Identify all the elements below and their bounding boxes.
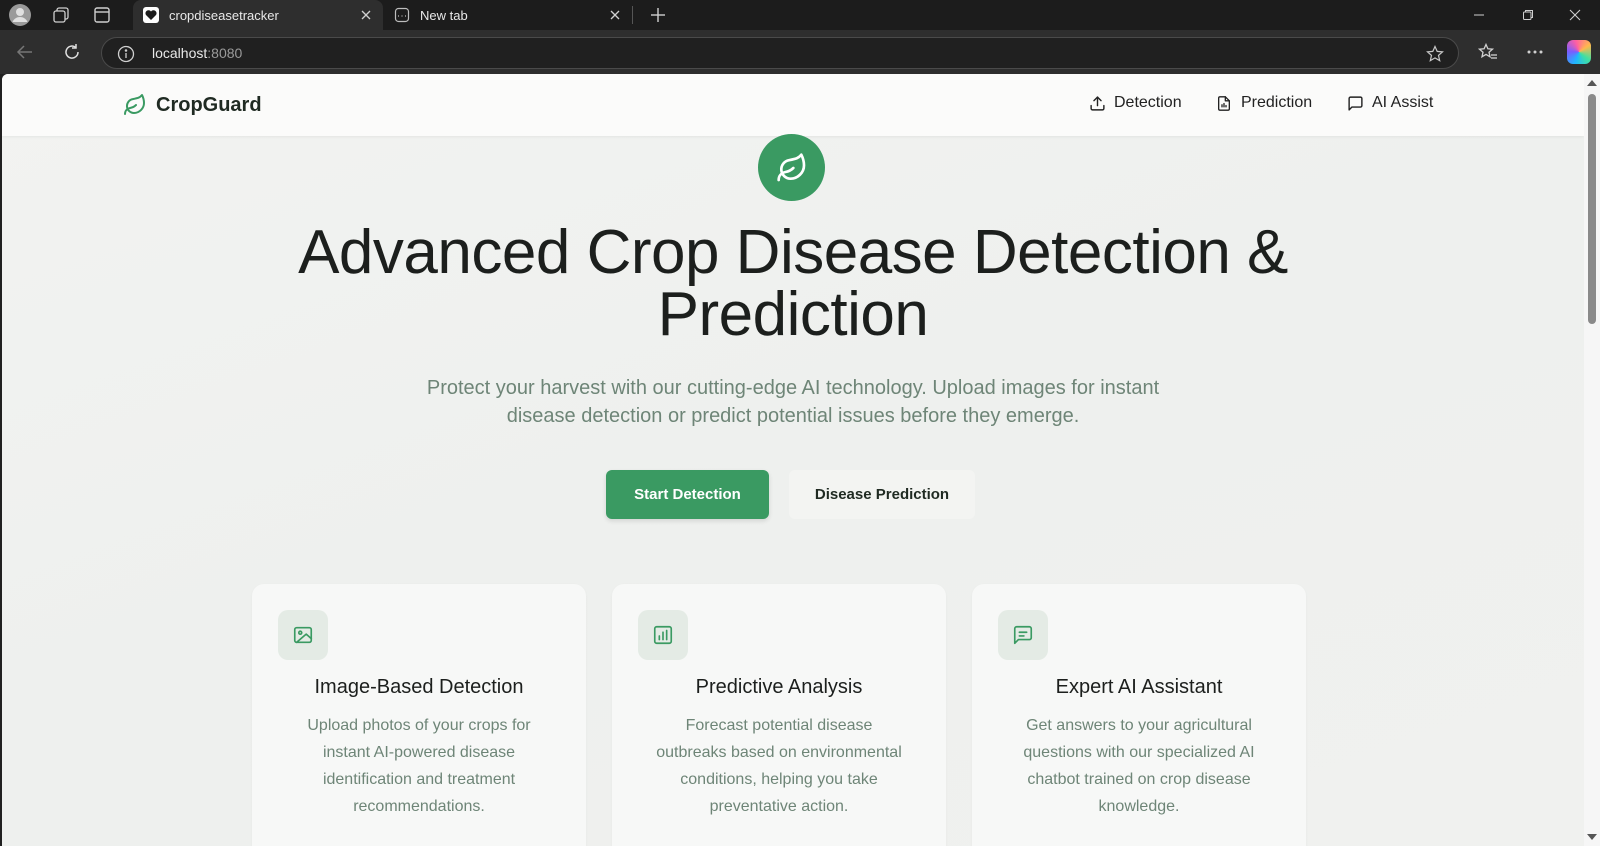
feature-description: Get answers to your agricultural questio… bbox=[1023, 717, 1255, 815]
scroll-up-icon[interactable] bbox=[1587, 80, 1597, 86]
upload-icon bbox=[1088, 94, 1106, 112]
tab-separator bbox=[632, 6, 633, 24]
disease-prediction-button[interactable]: Disease Prediction bbox=[789, 470, 975, 519]
document-chart-icon bbox=[1215, 94, 1233, 112]
bar-chart-icon bbox=[638, 610, 688, 660]
profile-icon[interactable] bbox=[7, 3, 33, 27]
tab-title: New tab bbox=[420, 7, 468, 23]
start-detection-button[interactable]: Start Detection bbox=[606, 470, 769, 519]
feature-card-ai-assistant: Expert AI Assistant Get answers to your … bbox=[972, 584, 1306, 846]
page-viewport: CropGuard Detection Prediction AI Assist… bbox=[2, 74, 1584, 846]
feature-card-image-detection: Image-Based Detection Upload photos of y… bbox=[252, 584, 586, 846]
feature-title: Predictive Analysis bbox=[695, 676, 863, 698]
copilot-icon[interactable] bbox=[1567, 40, 1591, 64]
tab-new-tab[interactable]: New tab bbox=[384, 0, 632, 30]
favorite-star-icon[interactable] bbox=[1424, 43, 1446, 65]
new-tab-plus-icon[interactable] bbox=[645, 3, 671, 27]
nav-ai-assist[interactable]: AI Assist bbox=[1346, 94, 1433, 112]
tab-title: cropdiseasetracker bbox=[169, 7, 279, 23]
tab-strip: cropdiseasetracker New tab bbox=[0, 0, 1600, 30]
feature-card-predictive-analysis: Predictive Analysis Forecast potential d… bbox=[612, 584, 946, 846]
close-tab-icon[interactable] bbox=[604, 4, 626, 26]
heart-favicon-icon bbox=[143, 7, 159, 23]
close-window-icon[interactable] bbox=[1552, 0, 1598, 30]
restore-icon[interactable] bbox=[1505, 0, 1551, 30]
leaf-icon bbox=[122, 92, 148, 118]
address-bar[interactable]: localhost:8080 bbox=[101, 37, 1459, 69]
feature-description: Forecast potential disease outbreaks bas… bbox=[656, 717, 902, 815]
favorites-icon[interactable] bbox=[1473, 37, 1503, 67]
scroll-down-icon[interactable] bbox=[1587, 834, 1597, 840]
new-tab-icon bbox=[394, 7, 410, 23]
tab-active[interactable]: cropdiseasetracker bbox=[133, 0, 383, 30]
message-icon bbox=[998, 610, 1048, 660]
hero-title: Advanced Crop Disease Detection & Predic… bbox=[298, 218, 1288, 349]
info-icon[interactable] bbox=[116, 44, 136, 64]
scroll-thumb[interactable] bbox=[1588, 94, 1596, 324]
refresh-icon[interactable] bbox=[57, 37, 87, 67]
nav-detection[interactable]: Detection bbox=[1088, 94, 1182, 112]
hero-leaf-icon bbox=[758, 134, 825, 201]
feature-title: Image-Based Detection bbox=[314, 676, 524, 698]
site-navbar: CropGuard Detection Prediction AI Assist bbox=[2, 74, 1584, 136]
brand-name: CropGuard bbox=[156, 93, 262, 116]
page-scrollbar[interactable] bbox=[1584, 74, 1600, 846]
url-text: localhost:8080 bbox=[152, 45, 243, 61]
close-tab-icon[interactable] bbox=[355, 4, 377, 26]
hero-subtitle: Protect your harvest with our cutting-ed… bbox=[426, 377, 1160, 427]
nav-label: Prediction bbox=[1241, 94, 1313, 111]
nav-label: AI Assist bbox=[1372, 94, 1434, 111]
nav-label: Detection bbox=[1114, 94, 1182, 111]
tab-actions-icon[interactable] bbox=[89, 3, 115, 27]
browser-toolbar: localhost:8080 bbox=[0, 30, 1600, 74]
back-icon[interactable] bbox=[10, 37, 40, 67]
chat-icon bbox=[1346, 94, 1364, 112]
nav-prediction[interactable]: Prediction bbox=[1215, 94, 1312, 112]
feature-description: Upload photos of your crops for instant … bbox=[307, 717, 531, 815]
minimize-icon[interactable] bbox=[1456, 0, 1502, 30]
image-icon bbox=[278, 610, 328, 660]
more-icon[interactable] bbox=[1520, 37, 1550, 67]
brand[interactable]: CropGuard bbox=[122, 92, 262, 118]
workspaces-icon[interactable] bbox=[48, 3, 74, 27]
feature-title: Expert AI Assistant bbox=[1055, 676, 1223, 698]
